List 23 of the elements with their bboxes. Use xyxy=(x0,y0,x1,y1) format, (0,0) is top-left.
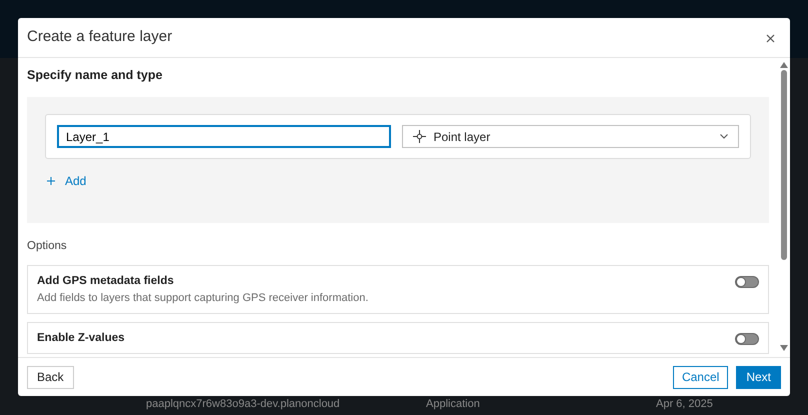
toggle-switch[interactable] xyxy=(735,276,759,288)
plus-icon xyxy=(47,177,55,185)
item-name-text: paaplqncx7r6w83o9a3-dev.planoncloud xyxy=(146,398,341,411)
layer-type-dropdown[interactable]: Point layer xyxy=(402,125,739,148)
dialog-title: Create a feature layer xyxy=(27,27,172,48)
next-button[interactable]: Next xyxy=(736,366,781,388)
item-type-text: Application xyxy=(426,398,481,411)
crosshair-icon xyxy=(412,130,426,143)
chevron-down-icon xyxy=(720,134,728,139)
section-title: Specify name and type xyxy=(27,68,164,83)
layer-name-field[interactable]: Layer_1 xyxy=(57,125,390,148)
item-date-text: Apr 6, 2025 xyxy=(656,398,713,411)
options-heading: Options xyxy=(27,239,68,253)
option-title: Enable Z-values xyxy=(37,331,125,345)
option-title: Add GPS metadata fields xyxy=(37,274,175,288)
back-button[interactable]: Back xyxy=(27,366,74,388)
scroll-down-icon[interactable] xyxy=(780,345,788,351)
cancel-button[interactable]: Cancel xyxy=(672,366,728,388)
scroll-up-icon[interactable] xyxy=(780,62,788,68)
toggle-switch[interactable] xyxy=(735,333,759,345)
option-description: Add fields to layers that support capturing GPS receiver information. xyxy=(37,291,368,305)
close-icon xyxy=(766,34,775,43)
add-button[interactable]: Add xyxy=(45,172,88,190)
